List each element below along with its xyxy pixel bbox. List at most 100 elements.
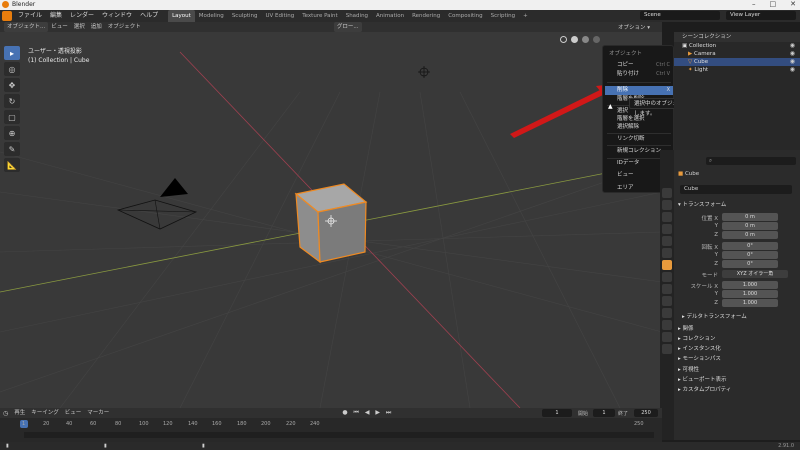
end-frame-field[interactable]: 250: [634, 409, 658, 417]
camera-object[interactable]: [116, 178, 198, 230]
menu-item-unlink[interactable]: リンク切断: [605, 135, 673, 144]
options-button[interactable]: オプション ▾: [618, 23, 650, 31]
3d-viewport[interactable]: [0, 32, 662, 408]
tab-layout[interactable]: Layout: [168, 10, 195, 22]
menu-add[interactable]: 追加: [88, 22, 105, 32]
menu-object[interactable]: オブジェクト: [105, 22, 144, 32]
menu-view[interactable]: ビュー: [48, 22, 71, 32]
scale-x-field[interactable]: 1.000: [722, 281, 778, 289]
rendered-shading-icon[interactable]: [593, 36, 600, 43]
data-tab-icon[interactable]: [662, 320, 672, 330]
move-tool-icon[interactable]: ✥: [4, 78, 20, 92]
menu-file[interactable]: ファイル: [14, 10, 46, 22]
mode-selector[interactable]: オブジェクト...: [4, 22, 49, 32]
tab-animation[interactable]: Animation: [372, 10, 408, 22]
particles-tab-icon[interactable]: [662, 284, 672, 294]
annotate-tool-icon[interactable]: ✎: [4, 142, 20, 156]
scale-tool-icon[interactable]: ▢: [4, 110, 20, 124]
tab-compositing[interactable]: Compositing: [444, 10, 486, 22]
section-delta-transform[interactable]: ▸ デルタトランスフォーム: [682, 312, 747, 320]
rotation-x-field[interactable]: 0°: [722, 242, 778, 250]
tab-uv-editing[interactable]: UV Editing: [262, 10, 299, 22]
timeline-menu-view[interactable]: ビュー: [62, 408, 85, 418]
jump-start-icon[interactable]: ⏮: [353, 409, 360, 416]
view-layer-selector[interactable]: View Layer: [726, 11, 796, 20]
constraints-tab-icon[interactable]: [662, 308, 672, 318]
visibility-eye-icon[interactable]: ◉: [790, 58, 795, 66]
location-z-field[interactable]: 0 m: [722, 231, 778, 239]
rotation-mode-select[interactable]: XYZ オイラー角: [722, 270, 788, 278]
tab-texture-paint[interactable]: Texture Paint: [298, 10, 342, 22]
menu-item-delete[interactable]: 削除 X: [605, 86, 673, 95]
material-shading-icon[interactable]: [582, 36, 589, 43]
timeline-menu-keying[interactable]: キーイング: [28, 408, 62, 418]
maximize-icon[interactable]: □: [770, 0, 777, 8]
section-motion-paths[interactable]: ▸ モーションパス: [678, 354, 721, 362]
outliner-row-collection[interactable]: ▣ Collection ◉: [674, 42, 800, 50]
rotation-z-field[interactable]: 0°: [722, 260, 778, 268]
section-instancing[interactable]: ▸ インスタンス化: [678, 344, 721, 352]
next-key-icon[interactable]: ⏭: [386, 409, 393, 416]
menu-item-deselect[interactable]: 選択解除: [605, 123, 673, 132]
scale-z-field[interactable]: 1.000: [722, 299, 778, 307]
select-tool-icon[interactable]: ▸: [4, 46, 20, 60]
tool-tab-icon[interactable]: [662, 188, 672, 198]
timeline-editor-icon[interactable]: ◷: [0, 410, 11, 417]
material-tab-icon[interactable]: [662, 332, 672, 342]
transform-orientation[interactable]: グロー...: [333, 22, 362, 32]
editor-type-icon[interactable]: [2, 11, 12, 21]
section-visibility[interactable]: ▸ 可視性: [678, 365, 699, 373]
section-collections[interactable]: ▸ コレクション: [678, 334, 716, 342]
location-x-field[interactable]: 0 m: [722, 213, 778, 221]
outliner-row-camera[interactable]: ▶ Camera ◉: [674, 50, 800, 58]
menu-window[interactable]: ウィンドウ: [98, 10, 136, 22]
cursor-tool-icon[interactable]: ◎: [4, 62, 20, 76]
data-name-field[interactable]: Cube: [680, 185, 792, 194]
outliner-row-cube[interactable]: ▽ Cube ◉: [674, 58, 800, 66]
visibility-eye-icon[interactable]: ◉: [790, 66, 795, 74]
menu-item-copy[interactable]: コピー Ctrl C: [605, 61, 673, 70]
tab-shading[interactable]: Shading: [342, 10, 372, 22]
location-y-field[interactable]: 0 m: [722, 222, 778, 230]
timeline-menu-marker[interactable]: マーカー: [84, 408, 112, 418]
menu-edit[interactable]: 編集: [46, 10, 66, 22]
outliner-row-light[interactable]: ✦ Light ◉: [674, 66, 800, 74]
section-custom-properties[interactable]: ▸ カスタムプロパティ: [678, 385, 731, 393]
output-tab-icon[interactable]: [662, 212, 672, 222]
object-tab-icon[interactable]: [662, 260, 672, 270]
record-icon[interactable]: ●: [342, 409, 349, 416]
scene-selector[interactable]: Scene: [640, 11, 720, 20]
section-relations[interactable]: ▸ 関係: [678, 324, 694, 332]
properties-search-input[interactable]: ⌕: [706, 157, 796, 165]
modifier-tab-icon[interactable]: [662, 272, 672, 282]
visibility-eye-icon[interactable]: ◉: [790, 42, 795, 50]
tab-scripting[interactable]: Scripting: [487, 10, 519, 22]
menu-render[interactable]: レンダー: [66, 10, 98, 22]
transform-section-title[interactable]: ▾ トランスフォーム: [678, 200, 726, 208]
measure-tool-icon[interactable]: 📐: [4, 158, 20, 172]
current-frame-field[interactable]: 1: [542, 409, 572, 417]
add-workspace-button[interactable]: +: [519, 10, 532, 22]
visibility-eye-icon[interactable]: ◉: [790, 50, 795, 58]
light-object[interactable]: [418, 66, 430, 78]
menu-help[interactable]: ヘルプ: [136, 10, 162, 22]
scale-y-field[interactable]: 1.000: [722, 290, 778, 298]
tab-sculpting[interactable]: Sculpting: [228, 10, 262, 22]
physics-tab-icon[interactable]: [662, 296, 672, 306]
prev-key-icon[interactable]: ◀: [365, 409, 372, 416]
timeline-menu-playback[interactable]: 再生: [11, 408, 28, 418]
timeline-track[interactable]: [24, 432, 654, 438]
play-icon[interactable]: ▶: [375, 409, 382, 416]
menu-select[interactable]: 選択: [71, 22, 88, 32]
render-tab-icon[interactable]: [662, 200, 672, 210]
world-tab-icon[interactable]: [662, 248, 672, 258]
tab-modeling[interactable]: Modeling: [195, 10, 228, 22]
section-viewport-display[interactable]: ▸ ビューポート表示: [678, 375, 727, 383]
rotate-tool-icon[interactable]: ↻: [4, 94, 20, 108]
wireframe-shading-icon[interactable]: [560, 36, 567, 43]
close-icon[interactable]: ✕: [790, 0, 796, 8]
scene-tab-icon[interactable]: [662, 236, 672, 246]
minimize-icon[interactable]: –: [752, 0, 756, 8]
transform-tool-icon[interactable]: ⊕: [4, 126, 20, 140]
solid-shading-icon[interactable]: [571, 36, 578, 43]
